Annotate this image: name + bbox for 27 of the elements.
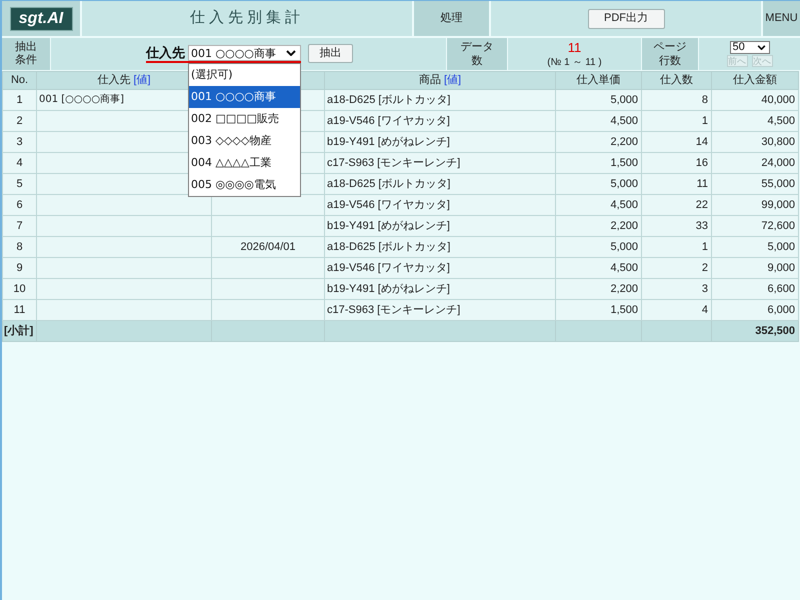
header-label: 商品 bbox=[418, 74, 441, 86]
pdf-export-button[interactable]: PDF出力 bbox=[588, 8, 664, 28]
extract-button[interactable]: 抽出 bbox=[308, 44, 353, 63]
value-link[interactable]: [値] bbox=[133, 74, 151, 86]
subtotal-cell: 352,500 bbox=[712, 320, 798, 342]
chevron-down-icon bbox=[756, 45, 766, 50]
chevron-down-icon bbox=[286, 50, 296, 56]
header-label: 仕入単価 bbox=[576, 74, 620, 86]
value-link[interactable]: [値] bbox=[444, 74, 462, 86]
data-count: 11 bbox=[568, 40, 582, 54]
header-label: No. bbox=[10, 74, 28, 86]
page-title: 仕入先別集計 bbox=[82, 1, 412, 36]
subtotal-cell: [小計] bbox=[2, 320, 36, 342]
header-label: 仕入金額 bbox=[733, 74, 777, 86]
filter-label: 抽出条件 bbox=[2, 38, 50, 70]
header-label: 仕入先 bbox=[97, 74, 130, 86]
page-rows-select[interactable]: 50 bbox=[730, 41, 770, 54]
data-range: (№ 1 ～ 11 ) bbox=[547, 58, 602, 68]
page-rows-label: ページ行数 bbox=[642, 38, 698, 70]
menu-button[interactable]: MENU bbox=[763, 1, 800, 36]
logo: sgt.AI bbox=[10, 6, 72, 30]
dropdown-option[interactable]: 001 ○○○○商事 bbox=[189, 86, 300, 108]
data-count-label: データ数 bbox=[447, 38, 507, 70]
process-label: 処理 bbox=[414, 1, 489, 36]
supplier-select[interactable]: 001 ○○○○商事 bbox=[188, 45, 301, 61]
header-label: 仕入数 bbox=[660, 74, 693, 86]
supplier-label: 仕入先 bbox=[146, 45, 185, 61]
